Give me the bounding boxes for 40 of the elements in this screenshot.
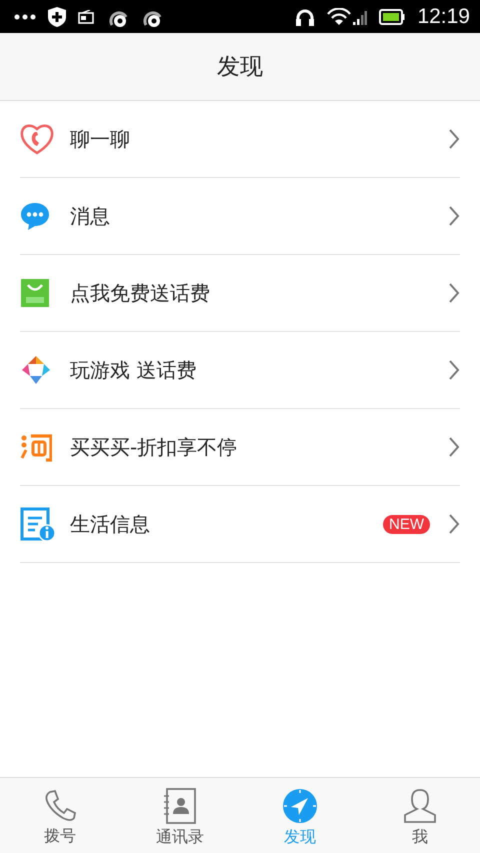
more-icon	[14, 14, 36, 20]
discover-list-item[interactable]: 点我免费送话费	[20, 255, 460, 332]
item-label: 生活信息	[70, 510, 151, 538]
new-badge: NEW	[383, 514, 430, 534]
person-icon	[403, 788, 437, 824]
page-title: 发现	[217, 53, 263, 82]
document-info-icon	[20, 506, 56, 542]
status-time: 12:19	[417, 4, 470, 28]
radio-icon	[78, 10, 94, 24]
shield-icon	[48, 6, 66, 26]
discover-list-item[interactable]: 生活信息 NEW	[20, 486, 460, 563]
item-label: 消息	[70, 202, 111, 230]
phone-icon	[43, 788, 77, 822]
battery-icon	[379, 8, 406, 24]
chevron-right-icon	[448, 282, 460, 304]
chat-bubble-icon	[20, 201, 50, 231]
discover-list-item[interactable]: 聊一聊	[20, 101, 460, 178]
chevron-right-icon	[448, 128, 460, 150]
wifi-icon	[327, 8, 368, 26]
headphones-icon	[295, 8, 316, 26]
heart-phone-icon	[20, 122, 54, 156]
item-label: 聊一聊	[70, 126, 131, 152]
discover-list-item[interactable]: 买买买-折扣享不停	[20, 409, 460, 486]
tab[interactable]: 通讯录	[120, 778, 240, 853]
contacts-book-icon	[163, 788, 197, 824]
shop-logo-icon	[20, 432, 52, 462]
tab[interactable]: 拨号	[0, 778, 120, 853]
chevron-right-icon	[448, 436, 460, 458]
discover-list-item[interactable]: 消息	[20, 178, 460, 255]
item-label: 买买买-折扣享不停	[70, 434, 238, 460]
chevron-right-icon	[448, 205, 460, 227]
app-store-icon	[20, 278, 50, 308]
item-label: 点我免费送话费	[70, 280, 211, 306]
chevron-right-icon	[448, 513, 460, 535]
colorful-diamond-icon	[20, 354, 52, 386]
chevron-right-icon	[448, 359, 460, 381]
compass-icon	[282, 788, 318, 824]
discover-list-item[interactable]: 玩游戏 送话费	[20, 332, 460, 409]
item-label: 玩游戏 送话费	[70, 356, 198, 384]
tab[interactable]: 我	[360, 778, 480, 853]
